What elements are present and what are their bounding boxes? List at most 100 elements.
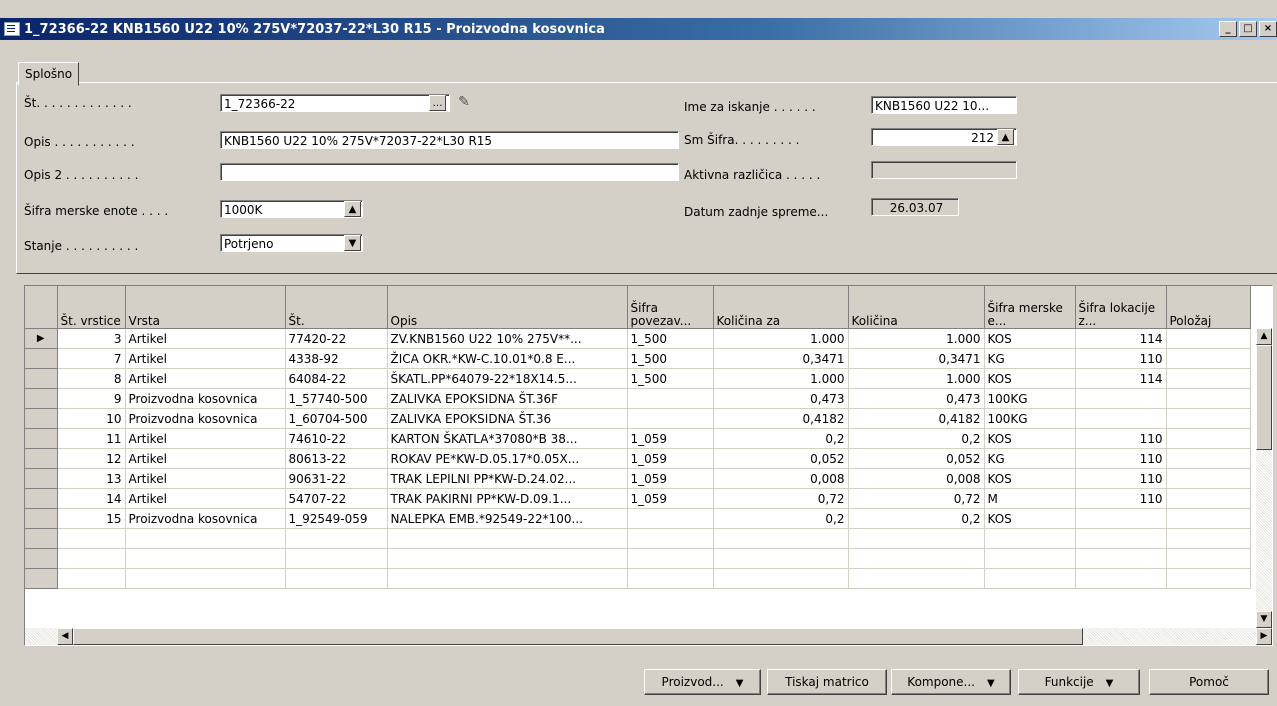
table-cell[interactable]: 90631-22 xyxy=(285,468,388,489)
table-cell[interactable] xyxy=(1166,328,1251,349)
table-row[interactable]: 9 Proizvodna kosovnica 1_57740-500 ZALIVKA … xyxy=(25,388,1251,409)
table-cell[interactable] xyxy=(57,528,126,549)
table-cell[interactable]: KOS xyxy=(984,508,1076,529)
table-cell[interactable] xyxy=(1166,348,1251,369)
table-cell[interactable] xyxy=(984,568,1076,589)
table-cell[interactable]: M xyxy=(984,488,1076,509)
table-cell[interactable]: 9 xyxy=(57,388,126,409)
tab-splosno[interactable]: Splošno xyxy=(18,62,80,86)
table-cell[interactable] xyxy=(285,548,388,569)
scroll-down-icon[interactable]: ▼ xyxy=(1256,611,1272,628)
pomoc-button[interactable]: Pomoč xyxy=(1149,669,1269,695)
table-cell[interactable]: 1_60704-500 xyxy=(285,408,388,429)
proizvod-menu-button[interactable]: Proizvod... ▼ xyxy=(644,669,761,695)
table-row[interactable]: 14 Artikel 54707-22 TRAK PAKIRNI PP*KW-D.09… xyxy=(25,488,1251,509)
table-cell[interactable]: KOS xyxy=(984,428,1076,449)
table-cell[interactable] xyxy=(713,548,849,569)
table-row[interactable] xyxy=(25,528,1251,549)
table-cell[interactable]: 74610-22 xyxy=(285,428,388,449)
table-cell[interactable] xyxy=(1075,508,1167,529)
table-cell[interactable]: ZV.KNB1560 U22 10% 275V**... xyxy=(387,328,628,349)
row-selector[interactable] xyxy=(25,528,58,549)
minimize-icon[interactable]: _ xyxy=(1219,21,1237,37)
table-cell[interactable]: NALEPKA EMB.*92549-22*100... xyxy=(387,508,628,529)
table-cell[interactable] xyxy=(125,568,286,589)
table-cell[interactable]: KG xyxy=(984,348,1076,369)
table-cell[interactable]: ZALIVKA EPOKSIDNA ŠT.36 xyxy=(387,408,628,429)
table-cell[interactable]: 0,3471 xyxy=(848,348,985,369)
table-cell[interactable] xyxy=(1166,368,1251,389)
table-row[interactable] xyxy=(25,548,1251,569)
vertical-scrollbar[interactable]: ▲ ▼ xyxy=(1256,328,1272,628)
table-cell[interactable]: 14 xyxy=(57,488,126,509)
table-cell[interactable]: 110 xyxy=(1075,468,1167,489)
opis-field[interactable]: KNB1560 U22 10% 275V*72037-22*L30 R15 xyxy=(220,131,679,149)
table-row[interactable]: 8 Artikel 64084-22 ŠKATL.PP*64079-22*18X14.… xyxy=(25,368,1251,389)
table-cell[interactable] xyxy=(627,528,714,549)
table-cell[interactable] xyxy=(627,568,714,589)
table-cell[interactable]: 110 xyxy=(1075,348,1167,369)
sm-sifra-field[interactable]: 212 xyxy=(871,128,1017,146)
table-cell[interactable]: 1.000 xyxy=(713,328,849,349)
table-cell[interactable]: 1_500 xyxy=(627,328,714,349)
st-field[interactable]: 1_72366-22 xyxy=(220,94,450,112)
row-selector[interactable] xyxy=(25,548,58,569)
table-row[interactable]: 13 Artikel 90631-22 TRAK LEPILNI PP*KW-D.24… xyxy=(25,468,1251,489)
row-selector[interactable] xyxy=(25,348,58,369)
table-cell[interactable]: 13 xyxy=(57,468,126,489)
table-cell[interactable]: Proizvodna kosovnica xyxy=(125,408,286,429)
table-cell[interactable] xyxy=(627,508,714,529)
table-cell[interactable]: 3 xyxy=(57,328,126,349)
table-cell[interactable] xyxy=(984,548,1076,569)
table-row[interactable]: ▶ 3 Artikel 77420-22 ZV.KNB1560 U22 10% 275V… xyxy=(25,328,1251,349)
table-cell[interactable]: Artikel xyxy=(125,488,286,509)
chevron-down-icon[interactable]: ▼ xyxy=(344,235,361,251)
table-cell[interactable] xyxy=(1166,548,1251,569)
table-cell[interactable] xyxy=(1166,428,1251,449)
table-cell[interactable]: 1.000 xyxy=(848,368,985,389)
table-cell[interactable]: KOS xyxy=(984,328,1076,349)
table-cell[interactable] xyxy=(1166,408,1251,429)
table-cell[interactable]: 11 xyxy=(57,428,126,449)
edit-pencil-icon[interactable]: ✎ xyxy=(454,94,474,112)
table-cell[interactable] xyxy=(713,568,849,589)
table-cell[interactable]: Artikel xyxy=(125,368,286,389)
table-cell[interactable] xyxy=(848,568,985,589)
table-cell[interactable]: TRAK PAKIRNI PP*KW-D.09.1... xyxy=(387,488,628,509)
table-cell[interactable]: 100KG xyxy=(984,388,1076,409)
table-cell[interactable]: 0,3471 xyxy=(713,348,849,369)
table-cell[interactable]: 0,72 xyxy=(848,488,985,509)
table-cell[interactable]: 110 xyxy=(1075,448,1167,469)
table-cell[interactable]: 12 xyxy=(57,448,126,469)
maximize-icon[interactable]: □ xyxy=(1239,21,1257,37)
table-cell[interactable]: 1.000 xyxy=(848,328,985,349)
table-cell[interactable]: Artikel xyxy=(125,468,286,489)
table-cell[interactable]: KOS xyxy=(984,368,1076,389)
row-selector[interactable] xyxy=(25,488,58,509)
table-cell[interactable] xyxy=(627,388,714,409)
table-row[interactable]: 12 Artikel 80613-22 ROKAV PE*KW-D.05.17*0.0… xyxy=(25,448,1251,469)
col-vrsta[interactable]: Vrsta xyxy=(125,286,286,329)
sm-sifra-lookup-icon[interactable]: ▲ xyxy=(997,129,1014,145)
table-cell[interactable]: 54707-22 xyxy=(285,488,388,509)
table-cell[interactable]: Artikel xyxy=(125,448,286,469)
sifra-merske-lookup-icon[interactable]: ▲ xyxy=(344,201,361,217)
col-st-vrstice[interactable]: Št. vrstice xyxy=(57,286,126,329)
table-cell[interactable]: 1_059 xyxy=(627,488,714,509)
table-cell[interactable]: 1_500 xyxy=(627,368,714,389)
opis2-field[interactable] xyxy=(220,163,679,181)
table-cell[interactable] xyxy=(1075,528,1167,549)
table-cell[interactable] xyxy=(125,548,286,569)
ime-field[interactable]: KNB1560 U22 10... xyxy=(871,96,1017,114)
table-cell[interactable]: 110 xyxy=(1075,428,1167,449)
table-row[interactable]: 7 Artikel 4338-92 ŽICA OKR.*KW-C.10.01*0.8 … xyxy=(25,348,1251,369)
table-row[interactable]: 15 Proizvodna kosovnica 1_92549-059 NALEPKA… xyxy=(25,508,1251,529)
table-cell[interactable]: 1_500 xyxy=(627,348,714,369)
table-cell[interactable]: 0,4182 xyxy=(848,408,985,429)
table-cell[interactable] xyxy=(285,528,388,549)
col-sifra-lokacije[interactable]: Šifra lokacije z... xyxy=(1075,286,1167,329)
row-selector[interactable] xyxy=(25,428,58,449)
table-cell[interactable]: 1_059 xyxy=(627,428,714,449)
table-cell[interactable]: KG xyxy=(984,448,1076,469)
scroll-right-icon[interactable]: ▶ xyxy=(1256,628,1272,645)
